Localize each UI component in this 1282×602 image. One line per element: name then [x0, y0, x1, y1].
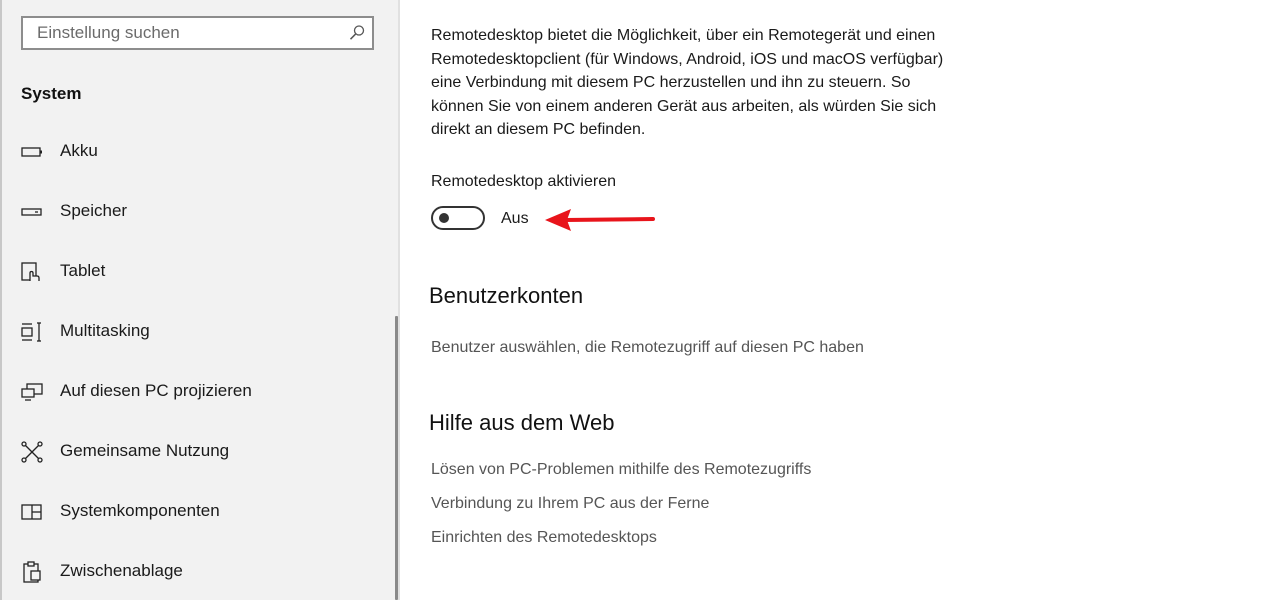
storage-icon [21, 208, 42, 216]
description-line: eine Verbindung mit diesem PC herzustell… [431, 74, 911, 91]
sidebar-item-label: Tablet [60, 261, 106, 280]
sidebar-item-gemeinsame-nutzung[interactable]: Gemeinsame Nutzung [0, 422, 395, 482]
sidebar-item-speicher[interactable]: Speicher [0, 182, 395, 242]
system-components-icon [21, 504, 42, 520]
tablet-icon [21, 262, 40, 281]
help-link-setup-remote-desktop[interactable]: Einrichten des Remotedesktops [431, 529, 657, 547]
settings-sidebar: System Akku Speicher Tablet Multita [0, 0, 400, 600]
description-line: Remotedesktopclient (für Windows, Androi… [431, 50, 944, 68]
accounts-heading: Benutzerkonten [429, 283, 584, 308]
multitasking-icon [21, 322, 41, 342]
search-icon[interactable] [348, 24, 366, 42]
remote-desktop-page: Remotedesktop bietet die Möglichkeit, üb… [400, 0, 1282, 600]
search-input[interactable] [23, 18, 357, 48]
sidebar-item-systemkomponenten[interactable]: Systemkomponenten [0, 482, 395, 542]
help-link-remote-connect[interactable]: Verbindung zu Ihrem PC aus der Ferne [431, 495, 709, 513]
sidebar-item-label: Auf diesen PC projizieren [60, 381, 252, 400]
description-line: können Sie von einem anderen Gerät aus a… [431, 97, 937, 115]
sidebar-item-akku[interactable]: Akku [0, 122, 395, 182]
sidebar-item-zwischenablage[interactable]: Zwischenablage [0, 542, 395, 602]
sidebar-item-label: Zwischenablage [60, 561, 183, 580]
shared-experiences-icon [21, 441, 43, 463]
sidebar-item-label: Gemeinsame Nutzung [60, 441, 230, 460]
sidebar-item-projizieren[interactable]: Auf diesen PC projizieren [0, 362, 395, 422]
sidebar-item-tablet[interactable]: Tablet [0, 242, 395, 302]
sidebar-item-label: Multitasking [60, 321, 150, 340]
projection-icon [21, 383, 43, 401]
clipboard-icon [23, 561, 41, 583]
remote-desktop-description: Remotedesktop bietet die Möglichkeit, üb… [431, 24, 1001, 142]
red-arrow-annotation [545, 209, 655, 231]
sidebar-item-multitasking[interactable]: Multitasking [0, 302, 395, 362]
sidebar-item-label: Systemkomponenten [60, 501, 220, 520]
sidebar-item-label: Speicher [60, 201, 128, 220]
battery-icon [21, 147, 42, 157]
search-box[interactable] [21, 16, 374, 50]
toggle-label: Remotedesktop aktivieren [431, 173, 616, 190]
description-line: Remotedesktop bietet die Möglichkeit, üb… [431, 27, 936, 44]
description-line: direkt an diesem PC befinden. [431, 121, 646, 138]
section-title: System [21, 84, 82, 103]
sidebar-item-label: Akku [60, 141, 98, 160]
help-link-troubleshoot[interactable]: Lösen von PC-Problemen mithilfe des Remo… [431, 461, 811, 479]
toggle-state-text: Aus [501, 210, 529, 227]
remote-desktop-toggle[interactable] [431, 206, 485, 230]
select-users-link[interactable]: Benutzer auswählen, die Remotezugriff au… [431, 339, 864, 357]
web-help-heading: Hilfe aus dem Web [429, 410, 615, 435]
toggle-knob [439, 213, 449, 223]
